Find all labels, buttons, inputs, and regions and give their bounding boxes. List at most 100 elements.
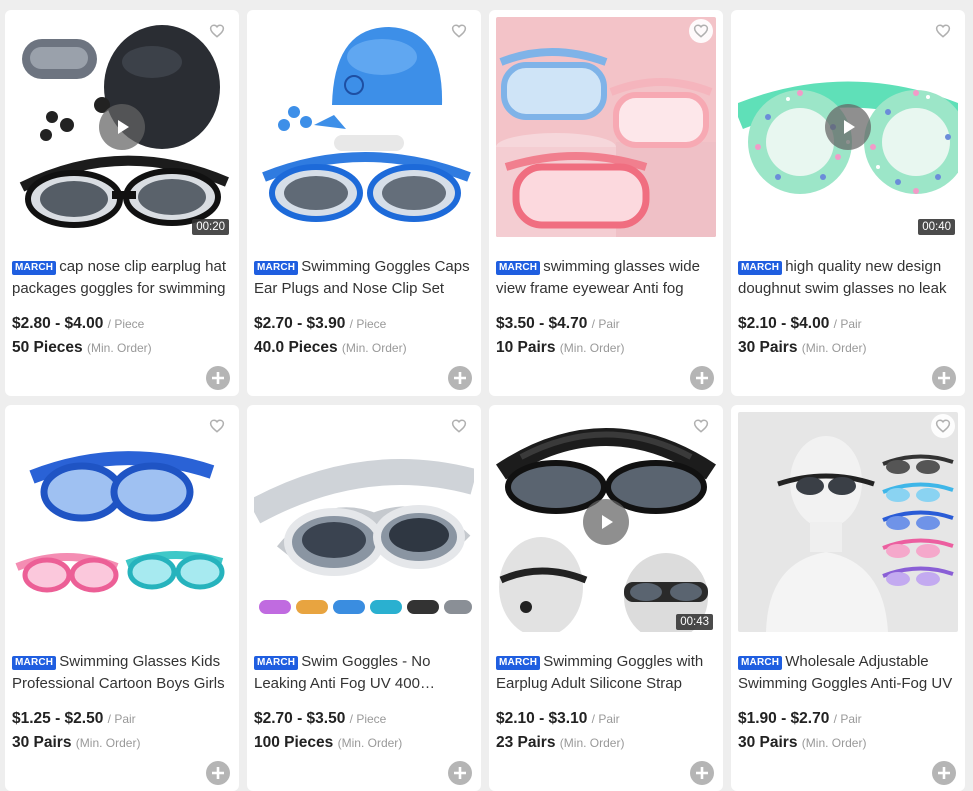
play-icon [602,515,613,529]
favorite-button[interactable] [205,19,229,43]
product-image[interactable]: 00:20 [12,17,232,237]
product-image[interactable] [254,17,474,237]
min-order: 30 Pairs (Min. Order) [738,339,866,357]
video-duration: 00:43 [676,614,713,630]
product-image[interactable] [738,412,958,632]
video-duration: 00:20 [192,219,229,235]
add-button[interactable] [448,366,472,390]
moq-value: 40.0 Pieces [254,339,338,356]
march-badge: MARCH [12,261,57,275]
price-range: $1.90 - $2.70 / Pair [738,710,862,728]
play-icon [844,120,855,134]
price-value: $2.70 - $3.90 [254,315,346,332]
plus-circle-icon [212,372,224,384]
price-value: $2.10 - $4.00 [738,315,830,332]
price-unit: / Pair [833,712,862,726]
product-image[interactable] [254,412,474,632]
moq-value: 50 Pieces [12,339,83,356]
min-order: 30 Pairs (Min. Order) [738,734,866,752]
add-button[interactable] [690,366,714,390]
price-range: $2.70 - $3.90 / Piece [254,315,386,333]
heart-outline-icon [451,419,467,433]
moq-note: (Min. Order) [75,736,141,750]
video-duration: 00:40 [918,219,955,235]
plus-circle-icon [938,372,950,384]
march-badge: MARCH [496,656,541,670]
product-card[interactable]: 00:43 MARCH Swimming Goggles with Earplug… [489,405,723,791]
heart-outline-icon [935,419,951,433]
heart-outline-icon [209,24,225,38]
add-button[interactable] [206,366,230,390]
play-icon [118,120,129,134]
plus-circle-icon [696,767,708,779]
march-badge: MARCH [496,261,541,275]
price-value: $2.70 - $3.50 [254,710,346,727]
moq-value: 30 Pairs [12,734,72,751]
min-order: 30 Pairs (Min. Order) [12,734,140,752]
product-title[interactable]: MARCH Wholesale Adjustable Swimming Goggl… [738,651,954,695]
moq-value: 10 Pairs [496,339,556,356]
price-unit: / Piece [349,317,387,331]
moq-note: (Min. Order) [337,736,403,750]
price-range: $2.10 - $4.00 / Pair [738,315,862,333]
favorite-button[interactable] [447,414,471,438]
product-card[interactable]: MARCH swimming glasses wide view frame ey… [489,10,723,396]
product-image[interactable] [12,412,232,632]
price-unit: / Pair [591,317,620,331]
product-card[interactable]: MARCH Swimming Glasses Kids Professional … [5,405,239,791]
favorite-button[interactable] [689,414,713,438]
add-button[interactable] [932,366,956,390]
video-play-button[interactable] [99,104,145,150]
product-title[interactable]: MARCH Swimming Glasses Kids Professional … [12,651,228,695]
min-order: 10 Pairs (Min. Order) [496,339,624,357]
favorite-button[interactable] [205,414,229,438]
add-button[interactable] [932,761,956,785]
moq-note: (Min. Order) [341,341,407,355]
product-title[interactable]: MARCH swimming glasses wide view frame ey… [496,256,712,300]
price-range: $1.25 - $2.50 / Pair [12,710,136,728]
moq-note: (Min. Order) [87,341,152,355]
moq-note: (Min. Order) [559,341,625,355]
plus-circle-icon [454,372,466,384]
price-unit: / Pair [591,712,620,726]
price-value: $2.80 - $4.00 [12,315,104,332]
min-order: 100 Pieces (Min. Order) [254,734,402,752]
moq-note: (Min. Order) [559,736,625,750]
plus-circle-icon [938,767,950,779]
product-card[interactable]: MARCH Swim Goggles - No Leaking Anti Fog … [247,405,481,791]
plus-circle-icon [454,767,466,779]
add-button[interactable] [690,761,714,785]
product-card[interactable]: MARCH Wholesale Adjustable Swimming Goggl… [731,405,965,791]
product-image[interactable]: 00:43 [496,412,716,632]
moq-note: (Min. Order) [801,736,867,750]
video-play-button[interactable] [825,104,871,150]
video-play-button[interactable] [583,499,629,545]
favorite-button[interactable] [931,19,955,43]
product-title[interactable]: MARCH Swim Goggles - No Leaking Anti Fog … [254,651,470,695]
favorite-button[interactable] [447,19,471,43]
product-image[interactable] [496,17,716,237]
price-unit: / Pair [107,712,136,726]
moq-note: (Min. Order) [801,341,867,355]
min-order: 40.0 Pieces (Min. Order) [254,339,407,357]
product-card[interactable]: 00:40 MARCH high quality new design dough… [731,10,965,396]
favorite-button[interactable] [931,414,955,438]
price-range: $2.10 - $3.10 / Pair [496,710,620,728]
min-order: 23 Pairs (Min. Order) [496,734,624,752]
product-title[interactable]: MARCH high quality new design doughnut sw… [738,256,954,300]
plus-circle-icon [696,372,708,384]
price-range: $2.70 - $3.50 / Piece [254,710,386,728]
product-card[interactable]: 00:20 MARCH cap nose clip earplug hat pac… [5,10,239,396]
favorite-button[interactable] [689,19,713,43]
add-button[interactable] [206,761,230,785]
heart-outline-icon [451,24,467,38]
product-card[interactable]: MARCH Swimming Goggles Caps Ear Plugs and… [247,10,481,396]
product-image[interactable]: 00:40 [738,17,958,237]
product-title[interactable]: MARCH Swimming Goggles Caps Ear Plugs and… [254,256,470,300]
moq-value: 30 Pairs [738,339,798,356]
product-title[interactable]: MARCH Swimming Goggles with Earplug Adult… [496,651,712,695]
add-button[interactable] [448,761,472,785]
price-value: $2.10 - $3.10 [496,710,588,727]
product-title[interactable]: MARCH cap nose clip earplug hat packages … [12,256,228,300]
heart-outline-icon [693,24,709,38]
